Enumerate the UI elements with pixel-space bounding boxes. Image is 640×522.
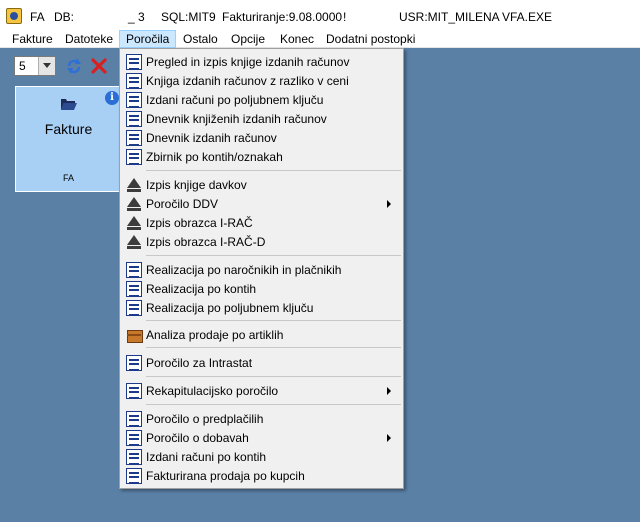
menu-item-realizacija-kljuc[interactable]: Realizacija po poljubnem ključu bbox=[122, 298, 401, 317]
fakture-tile[interactable]: i Fakture FA bbox=[15, 86, 122, 192]
menu-item-izdani-kljuc[interactable]: Izdani računi po poljubnem ključu bbox=[122, 90, 401, 109]
title-sql: SQL:MIT9 bbox=[161, 10, 216, 24]
menu-item-label: Izpis knjige davkov bbox=[146, 178, 247, 192]
menu-item-label: Pregled in izpis knjige izdanih računov bbox=[146, 55, 350, 69]
title-user: USR:MIT_MILENA bbox=[399, 10, 500, 24]
furs-icon bbox=[126, 177, 142, 193]
menu-item-label: Dnevnik knjiženih izdanih računov bbox=[146, 112, 327, 126]
title-marker: ! bbox=[343, 10, 347, 24]
menu-separator bbox=[146, 404, 401, 405]
list-icon bbox=[126, 300, 142, 316]
title-db-value: _ 3 bbox=[128, 10, 145, 24]
menu-item-label: Realizacija po kontih bbox=[146, 282, 257, 296]
menu-item-label: Rekapitulacijsko poročilo bbox=[146, 384, 279, 398]
porocila-dropdown-menu: Pregled in izpis knjige izdanih računov … bbox=[119, 48, 404, 489]
list-icon bbox=[126, 92, 142, 108]
menu-item-knjiga-razlika[interactable]: Knjiga izdanih računov z razliko v ceni bbox=[122, 71, 401, 90]
menu-item-label: Izdani računi po poljubnem ključu bbox=[146, 93, 324, 107]
menu-fakture[interactable]: Fakture bbox=[6, 30, 59, 48]
menu-item-rekapitulacijsko[interactable]: Rekapitulacijsko poročilo bbox=[122, 381, 401, 400]
menu-item-label: Izpis obrazca I-RAČ bbox=[146, 216, 253, 230]
menu-item-dobave[interactable]: Poročilo o dobavah bbox=[122, 428, 401, 447]
menu-item-analiza-prodaje[interactable]: Analiza prodaje po artiklih bbox=[122, 325, 401, 344]
menu-separator bbox=[146, 320, 401, 321]
list-icon bbox=[126, 73, 142, 89]
list-icon bbox=[126, 130, 142, 146]
menu-item-irac-d[interactable]: Izpis obrazca I-RAČ-D bbox=[122, 232, 401, 251]
menu-separator bbox=[146, 347, 401, 348]
menu-bar: Fakture Datoteke Poročila Ostalo Opcije … bbox=[0, 30, 640, 48]
menu-opcije[interactable]: Opcije bbox=[225, 30, 271, 48]
app-icon[interactable] bbox=[6, 8, 22, 24]
menu-item-dnevnik-knjizenih[interactable]: Dnevnik knjiženih izdanih računov bbox=[122, 109, 401, 128]
list-icon bbox=[126, 355, 142, 371]
menu-item-label: Poročilo DDV bbox=[146, 197, 219, 211]
tile-title: Fakture bbox=[44, 121, 93, 137]
menu-item-label: Poročilo o dobavah bbox=[146, 431, 249, 445]
menu-item-label: Zbirnik po kontih/oznakah bbox=[146, 150, 283, 164]
close-icon[interactable] bbox=[90, 57, 108, 75]
menu-item-zbirnik[interactable]: Zbirnik po kontih/oznakah bbox=[122, 147, 401, 166]
furs-icon bbox=[126, 196, 142, 212]
furs-icon bbox=[126, 215, 142, 231]
menu-item-porocilo-ddv[interactable]: Poročilo DDV bbox=[122, 194, 401, 213]
list-icon bbox=[126, 111, 142, 127]
menu-item-label: Poročilo za Intrastat bbox=[146, 356, 253, 370]
count-combobox[interactable]: 5 bbox=[14, 56, 56, 76]
menu-item-realizacija-konti[interactable]: Realizacija po kontih bbox=[122, 279, 401, 298]
list-icon bbox=[126, 281, 142, 297]
menu-item-intrastat[interactable]: Poročilo za Intrastat bbox=[122, 353, 401, 372]
submenu-arrow-icon bbox=[387, 200, 391, 208]
tile-code: FA bbox=[62, 173, 74, 183]
menu-item-irac[interactable]: Izpis obrazca I-RAČ bbox=[122, 213, 401, 232]
box-icon bbox=[126, 327, 143, 343]
menu-item-label: Poročilo o predplačilih bbox=[146, 412, 264, 426]
list-icon bbox=[126, 262, 142, 278]
menu-separator bbox=[146, 376, 401, 377]
list-icon bbox=[126, 54, 142, 70]
menu-item-fakturirana-prodaja[interactable]: Fakturirana prodaja po kupcih bbox=[122, 466, 401, 485]
title-app: FA bbox=[30, 10, 45, 24]
menu-item-predplacila[interactable]: Poročilo o predplačilih bbox=[122, 409, 401, 428]
refresh-icon[interactable] bbox=[65, 57, 83, 75]
menu-ostalo[interactable]: Ostalo bbox=[177, 30, 224, 48]
menu-item-label: Fakturirana prodaja po kupcih bbox=[146, 469, 305, 483]
menu-item-label: Izdani računi po kontih bbox=[146, 450, 267, 464]
furs-icon bbox=[126, 234, 142, 250]
menu-konec[interactable]: Konec bbox=[274, 30, 320, 48]
submenu-arrow-icon bbox=[387, 387, 391, 395]
submenu-arrow-icon bbox=[387, 434, 391, 442]
list-icon bbox=[126, 449, 142, 465]
title-exe: VFA.EXE bbox=[502, 10, 553, 24]
list-icon bbox=[126, 468, 142, 484]
title-db-label: DB: bbox=[54, 10, 75, 24]
title-bar: FA DB: _ 3 SQL:MIT9 Fakturiranje:9.08.00… bbox=[0, 0, 640, 30]
menu-item-dnevnik-izdanih[interactable]: Dnevnik izdanih računov bbox=[122, 128, 401, 147]
menu-item-label: Knjiga izdanih računov z razliko v ceni bbox=[146, 74, 349, 88]
menu-separator bbox=[146, 255, 401, 256]
menu-item-label: Realizacija po naročnikih in plačnikih bbox=[146, 263, 342, 277]
chevron-down-icon[interactable] bbox=[38, 57, 55, 75]
menu-separator bbox=[146, 170, 401, 171]
menu-item-label: Realizacija po poljubnem ključu bbox=[146, 301, 314, 315]
menu-item-pregled-knjige[interactable]: Pregled in izpis knjige izdanih računov bbox=[122, 52, 401, 71]
open-folder-icon bbox=[61, 99, 77, 110]
title-fakturiranje: Fakturiranje:9.08.0000 bbox=[222, 10, 343, 24]
menu-item-izdani-konti[interactable]: Izdani računi po kontih bbox=[122, 447, 401, 466]
list-icon bbox=[126, 430, 142, 446]
info-icon[interactable]: i bbox=[105, 91, 119, 105]
menu-item-label: Dnevnik izdanih računov bbox=[146, 131, 277, 145]
menu-item-label: Izpis obrazca I-RAČ-D bbox=[146, 235, 266, 249]
count-combobox-value: 5 bbox=[19, 59, 26, 73]
list-icon bbox=[126, 383, 142, 399]
menu-datoteke[interactable]: Datoteke bbox=[59, 30, 119, 48]
list-icon bbox=[126, 411, 142, 427]
menu-item-realizacija-narocniki[interactable]: Realizacija po naročnikih in plačnikih bbox=[122, 260, 401, 279]
list-icon bbox=[126, 149, 142, 165]
menu-porocila[interactable]: Poročila bbox=[119, 30, 177, 48]
menu-item-label: Analiza prodaje po artiklih bbox=[146, 328, 284, 342]
menu-item-knjiga-davkov[interactable]: Izpis knjige davkov bbox=[122, 175, 401, 194]
menu-dodatni-postopki[interactable]: Dodatni postopki bbox=[320, 30, 421, 48]
